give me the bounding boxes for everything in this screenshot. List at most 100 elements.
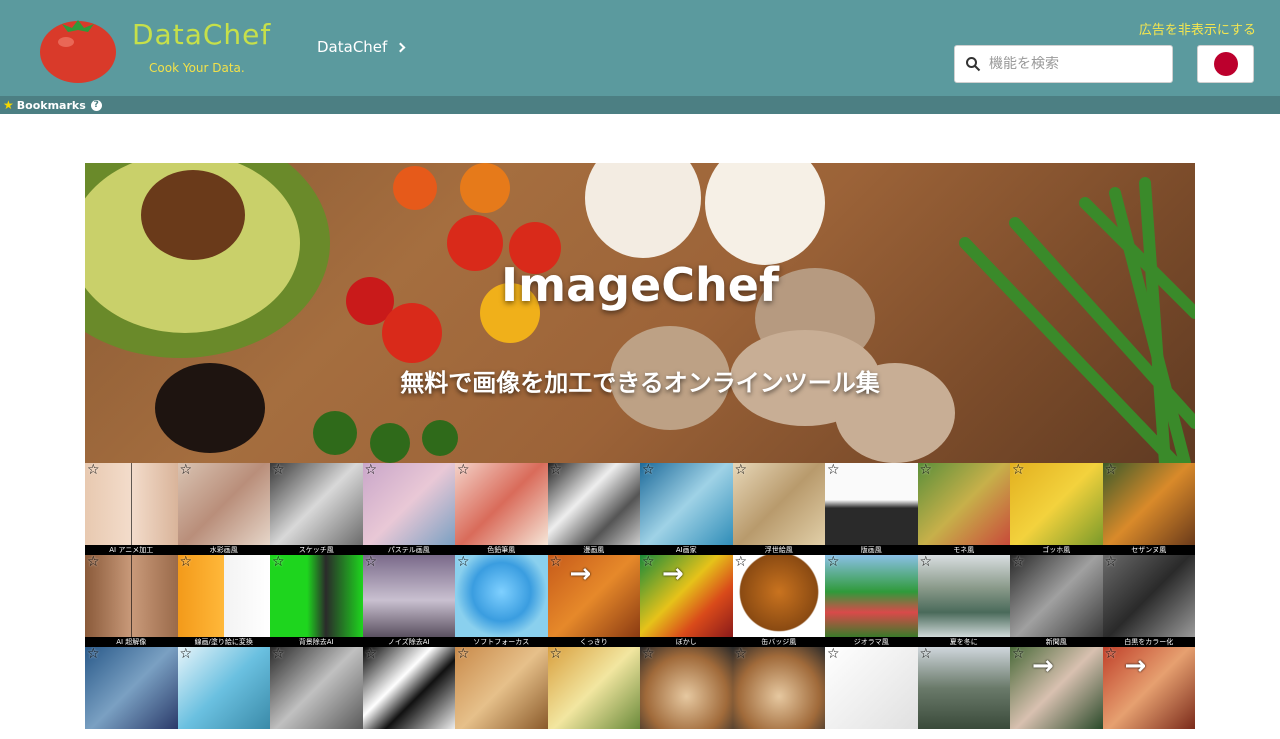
bookmark-star-icon[interactable]: ☆ [457,463,470,477]
tool-label: ジオラマ風 [825,637,918,647]
tool-tile[interactable]: ☆ 漫画風 [547,463,640,555]
tool-label: スケッチ風 [270,545,363,555]
tool-tile[interactable]: ☆ ソフトフォーカス [455,555,548,647]
tool-tile[interactable]: ☆ ゴッホ風 [1010,463,1103,555]
tool-tile[interactable]: ☆ [640,647,733,739]
bookmark-star-icon[interactable]: ☆ [87,647,100,661]
hero-subtitle: 無料で画像を加工できるオンラインツール集 [400,369,880,397]
tool-tile[interactable]: ☆ 缶バッジ風 [732,555,825,647]
tool-tile[interactable]: ☆ 版画風 [825,463,918,555]
bookmark-star-icon[interactable]: ☆ [920,647,933,661]
language-button[interactable] [1197,45,1254,83]
bookmark-star-icon[interactable]: ☆ [550,647,563,661]
tool-tile[interactable]: → ☆ くっきり [547,555,640,647]
tool-tile[interactable]: ☆ 水彩画風 [177,463,270,555]
bookmark-star-icon[interactable]: ☆ [87,463,100,477]
tool-tile[interactable]: ☆ [270,647,363,739]
bookmark-star-icon[interactable]: ☆ [735,463,748,477]
tool-tile[interactable]: ☆ 新聞風 [1010,555,1103,647]
bookmark-star-icon[interactable]: ☆ [1012,463,1025,477]
bookmark-star-icon[interactable]: ☆ [642,647,655,661]
bookmark-star-icon[interactable]: ☆ [180,555,193,569]
tool-tile[interactable]: ☆ パステル画風 [362,463,455,555]
tool-tile[interactable]: ☆ スケッチ風 [270,463,363,555]
breadcrumb-datachef[interactable]: DataChef [317,38,406,56]
bookmark-star-icon[interactable]: ☆ [1105,647,1118,661]
tool-tile[interactable]: ☆ 夏を冬に [917,555,1010,647]
tool-label: モネ風 [917,545,1010,555]
tool-label: ノイズ除去AI [362,637,455,647]
tomato-logo-icon[interactable] [38,12,118,84]
bookmark-star-icon[interactable]: ☆ [365,463,378,477]
tool-tile[interactable]: ☆ AI 超解像 [85,555,178,647]
star-icon: ★ [3,98,14,112]
tool-tile[interactable]: ☆ [917,647,1010,739]
bookmark-star-icon[interactable]: ☆ [180,463,193,477]
hero-banner: ImageChef 無料で画像を加工できるオンラインツール集 [85,163,1195,463]
tool-tile[interactable]: → ☆ [1010,647,1103,739]
hero-title: ImageChef [501,258,779,312]
bookmark-star-icon[interactable]: ☆ [550,463,563,477]
tool-tile[interactable]: ☆ [825,647,918,739]
tool-tile[interactable]: ☆ [732,647,825,739]
bookmark-star-icon[interactable]: ☆ [920,463,933,477]
arrow-right-icon: → [1032,651,1054,681]
bookmarks-label: Bookmarks [16,98,86,112]
bookmark-star-icon[interactable]: ☆ [1012,555,1025,569]
tool-tile[interactable]: ☆ AI画家 [640,463,733,555]
tool-tile[interactable]: → ☆ [1102,647,1195,739]
bookmark-star-icon[interactable]: ☆ [550,555,563,569]
tool-tile[interactable]: ☆ セザンヌ風 [1102,463,1195,555]
bookmark-star-icon[interactable]: ☆ [272,647,285,661]
search-box[interactable] [954,45,1173,83]
tool-label: AI 超解像 [85,637,178,647]
arrow-right-icon: → [1124,651,1147,681]
bookmark-star-icon[interactable]: ☆ [1105,463,1118,477]
hero-food-illustration [85,163,1195,463]
arrow-right-icon: → [569,559,592,589]
bookmark-star-icon[interactable]: ☆ [735,647,748,661]
bookmark-star-icon[interactable]: ☆ [642,463,655,477]
site-header: DataChef Cook Your Data. DataChef 広告を非表示… [0,0,1280,96]
japan-flag-icon [1213,52,1238,76]
tool-tile[interactable]: → ☆ ぼかし [640,555,733,647]
bookmark-star-icon[interactable]: ☆ [272,463,285,477]
tool-tile[interactable]: ☆ 線画/塗り絵に変換 [177,555,270,647]
bookmark-star-icon[interactable]: ☆ [920,555,933,569]
bookmark-star-icon[interactable]: ☆ [365,555,378,569]
tool-tile[interactable]: ☆ [85,647,178,739]
bookmark-star-icon[interactable]: ☆ [827,555,840,569]
tool-label: ゴッホ風 [1010,545,1103,555]
tool-tile[interactable]: ☆ AI アニメ加工 [85,463,178,555]
tool-tile[interactable]: ☆ 背景除去AI [270,555,363,647]
tool-tile[interactable]: ☆ [547,647,640,739]
bookmarks-bar[interactable]: ★ Bookmarks ? [0,96,1280,114]
bookmark-star-icon[interactable]: ☆ [365,647,378,661]
tool-tile[interactable]: ☆ モネ風 [917,463,1010,555]
help-icon[interactable]: ? [90,99,102,111]
bookmark-star-icon[interactable]: ☆ [457,555,470,569]
tool-tile[interactable]: ☆ [362,647,455,739]
search-input[interactable] [989,56,1159,72]
tool-tile[interactable]: ☆ 白黒をカラー化 [1102,555,1195,647]
tool-tile[interactable]: ☆ 浮世絵風 [732,463,825,555]
before-after-divider [131,555,132,637]
hide-ads-link[interactable]: 広告を非表示にする [1139,19,1256,38]
tool-label: 新聞風 [1010,637,1103,647]
bookmark-star-icon[interactable]: ☆ [87,555,100,569]
bookmark-star-icon[interactable]: ☆ [457,647,470,661]
bookmark-star-icon[interactable]: ☆ [180,647,193,661]
bookmark-star-icon[interactable]: ☆ [1105,555,1118,569]
bookmark-star-icon[interactable]: ☆ [1012,647,1025,661]
tool-tile[interactable]: ☆ [177,647,270,739]
tool-tile[interactable]: ☆ ジオラマ風 [825,555,918,647]
tool-tile[interactable]: ☆ 色鉛筆風 [455,463,548,555]
bookmark-star-icon[interactable]: ☆ [827,463,840,477]
bookmark-star-icon[interactable]: ☆ [272,555,285,569]
bookmark-star-icon[interactable]: ☆ [735,555,748,569]
bookmark-star-icon[interactable]: ☆ [642,555,655,569]
logo-title[interactable]: DataChef [132,18,271,51]
tool-tile[interactable]: ☆ ノイズ除去AI [362,555,455,647]
bookmark-star-icon[interactable]: ☆ [827,647,840,661]
tool-tile[interactable]: ☆ [455,647,548,739]
